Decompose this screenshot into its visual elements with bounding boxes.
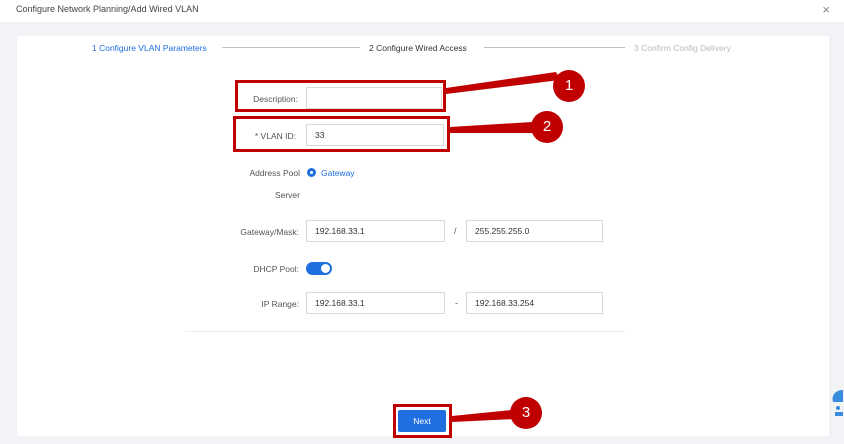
callout-number-3: 3 <box>521 404 531 421</box>
callout-pointers <box>446 70 585 429</box>
callout-pointer-1 <box>446 72 560 94</box>
callout-pointer-3 <box>452 410 515 422</box>
callout-number-1: 1 <box>564 77 574 94</box>
callout-pointer-2 <box>450 122 535 133</box>
assistant-icon[interactable] <box>829 388 844 418</box>
callout-number-2: 2 <box>542 118 552 135</box>
